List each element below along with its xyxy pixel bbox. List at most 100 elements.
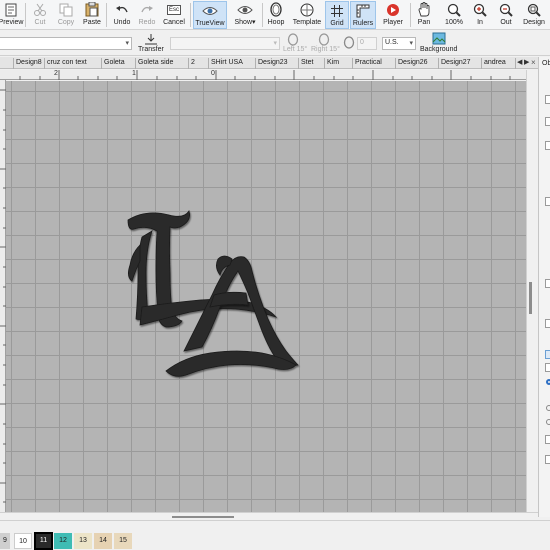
cancel-button[interactable]: Esc Cancel (161, 1, 187, 29)
color-swatch-12[interactable]: 12 (54, 533, 72, 549)
zoom-in-button[interactable]: In (470, 1, 490, 29)
font-combo[interactable]: ▾ (0, 37, 132, 50)
color-swatch-15[interactable]: 15 (114, 533, 132, 549)
zoom-out-icon (497, 1, 515, 18)
color-swatch-11-selected[interactable]: 11 (34, 532, 53, 550)
zoom-design-button[interactable]: Design (519, 1, 549, 29)
ruler-label: 0 (211, 70, 215, 77)
grid-toggle[interactable]: Grid (325, 1, 349, 29)
tab-scroll-left-icon[interactable]: ◀ (517, 58, 522, 66)
object-properties-panel: Ob (538, 57, 550, 517)
color-swatch-13[interactable]: 13 (74, 533, 92, 549)
tab-goleta-side[interactable]: Goleta side (136, 58, 189, 69)
radio-icon[interactable] (546, 405, 550, 411)
undo-button[interactable]: Undo (110, 1, 134, 29)
panel-control[interactable] (545, 435, 550, 444)
background-button[interactable]: Background (420, 46, 457, 53)
chevron-down-icon: ▾ (409, 40, 413, 47)
tab-goleta[interactable]: Goleta (102, 58, 136, 69)
horizontal-ruler: 2 1 0 (0, 70, 526, 80)
vertical-scroll-thumb[interactable] (529, 282, 532, 314)
panel-control[interactable] (545, 319, 550, 328)
letter-a (165, 255, 299, 377)
undo-icon (113, 1, 131, 18)
radio-icon[interactable] (546, 419, 550, 425)
panel-control[interactable] (545, 363, 550, 372)
close-tab-icon[interactable]: × (531, 58, 536, 68)
rotate-angle-field[interactable]: 0 (357, 37, 377, 50)
copy-button[interactable]: Copy (55, 1, 77, 29)
rulers-toggle[interactable]: Rulers (350, 1, 376, 29)
esc-key-icon: Esc (166, 4, 181, 15)
panel-control[interactable] (545, 279, 550, 288)
chevron-down-icon: ▾ (252, 19, 256, 26)
show-dropdown[interactable]: Show▾ (231, 1, 259, 29)
magnifier-icon (445, 1, 463, 18)
tab-design23[interactable]: Design23 (256, 58, 299, 69)
hoop-icon (267, 1, 285, 18)
tab-practical[interactable]: Practical (353, 58, 396, 69)
preview-button[interactable]: Preview (0, 1, 23, 29)
zoom-out-button[interactable]: Out (495, 1, 517, 29)
horizontal-scroll-thumb[interactable] (172, 516, 234, 518)
toolbar-separator (410, 3, 411, 27)
design-canvas[interactable] (6, 81, 526, 512)
tab-design26[interactable]: Design26 (396, 58, 439, 69)
rotate-right-icon[interactable] (318, 33, 330, 46)
transfer-button[interactable]: Transfer (138, 46, 164, 53)
tab-cruz-con-text[interactable]: cruz con text (45, 58, 102, 69)
tab-design27[interactable]: Design27 (439, 58, 482, 69)
zoom-100-button[interactable]: 100% (441, 1, 467, 29)
embroidery-design-la[interactable] (6, 81, 526, 512)
eye-icon (201, 2, 219, 19)
radio-icon[interactable] (546, 379, 550, 385)
preview-icon (2, 1, 20, 18)
tab-stet[interactable]: Stet (299, 58, 325, 69)
panel-control[interactable] (545, 117, 550, 126)
cut-button[interactable]: Cut (29, 1, 51, 29)
paste-button[interactable]: Paste (81, 1, 103, 29)
color-palette-bar: 9 10 11 12 13 14 15 (0, 520, 550, 550)
vertical-scrollbar[interactable] (526, 70, 538, 512)
tab-shirt-usa[interactable]: SHirt USA (209, 58, 256, 69)
redo-button[interactable]: Redo (136, 1, 158, 29)
panel-control[interactable] (545, 455, 550, 464)
tab-andrea[interactable]: andrea (482, 58, 516, 69)
panel-control[interactable] (545, 141, 550, 150)
tab-scroll-right-icon[interactable]: ▶ (524, 58, 529, 66)
tab-design8[interactable]: Design8 (14, 58, 45, 69)
toolbar-separator (25, 3, 26, 27)
units-select[interactable]: U.S. ▾ (382, 37, 416, 50)
horizontal-scrollbar[interactable] (0, 512, 538, 520)
color-swatch-9[interactable]: 9 (0, 533, 10, 549)
color-swatch-10[interactable]: 10 (14, 533, 32, 549)
rotate-right-label: Right 15° (311, 46, 340, 53)
rotate-left-icon[interactable] (287, 33, 299, 46)
play-icon (384, 1, 402, 18)
player-button[interactable]: Player (379, 1, 407, 29)
tab-2[interactable]: 2 (189, 58, 209, 69)
property-bar: ▾ Transfer ▾ Left 15° Right 15° 0 U.S. ▾… (0, 31, 550, 56)
redo-icon (138, 1, 156, 18)
color-swatch-14[interactable]: 14 (94, 533, 112, 549)
ruler-ticks (19, 70, 511, 80)
scissors-icon (31, 1, 49, 18)
background-icon[interactable] (432, 32, 446, 45)
panel-control[interactable] (545, 197, 550, 206)
hoop-button[interactable]: Hoop (264, 1, 288, 29)
panel-control-selected[interactable] (545, 350, 550, 359)
ruler-label: 2 (54, 70, 58, 77)
ruler-label: 1 (132, 70, 136, 77)
style-combo[interactable]: ▾ (170, 37, 280, 50)
template-button[interactable]: Template (291, 1, 323, 29)
panel-control[interactable] (545, 95, 550, 104)
trueview-button[interactable]: TrueView (193, 1, 227, 29)
tab-previous-partial[interactable] (0, 58, 14, 69)
tab-kim[interactable]: Kim (325, 58, 353, 69)
transfer-icon[interactable] (144, 33, 158, 45)
chevron-down-icon: ▾ (125, 40, 129, 47)
pan-button[interactable]: Pan (413, 1, 435, 29)
copy-icon (57, 1, 75, 18)
toolbar-separator (190, 3, 191, 27)
toolbar-separator (262, 3, 263, 27)
